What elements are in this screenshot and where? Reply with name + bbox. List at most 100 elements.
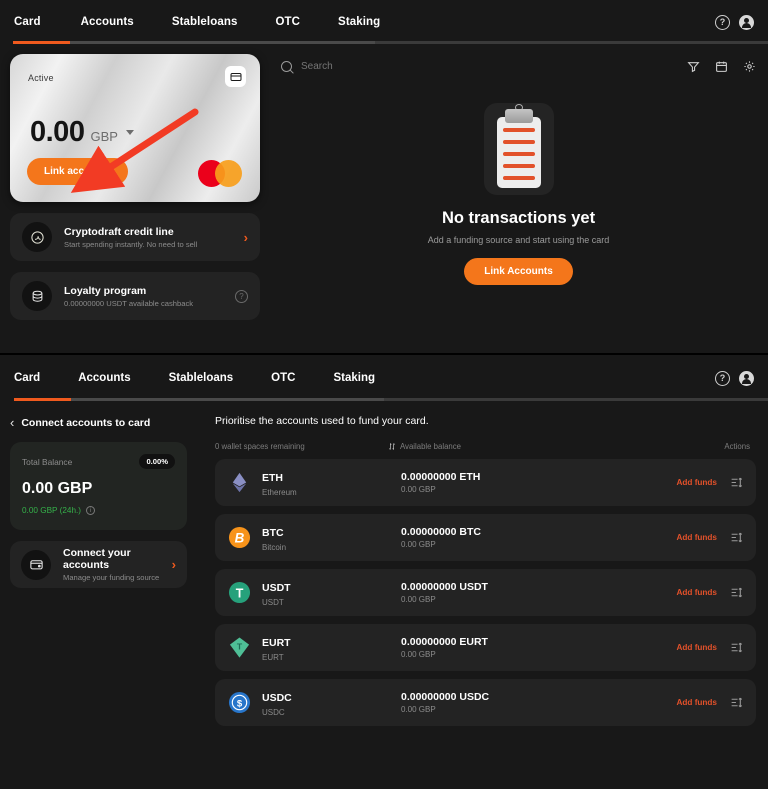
- reorder-icon[interactable]: [730, 586, 743, 599]
- tab-stableloans[interactable]: Stableloans: [172, 16, 238, 28]
- mastercard-yellow-circle: [215, 160, 242, 187]
- empty-subtext: Add a funding source and start using the…: [427, 235, 610, 245]
- card-icon[interactable]: [225, 66, 246, 87]
- table-row[interactable]: B BTC Bitcoin 0.00000000 BTC 0.00 GBP Ad…: [215, 514, 756, 561]
- asset-fiat: 0.00 GBP: [401, 705, 436, 714]
- asset-name: Ethereum: [262, 488, 297, 497]
- chevron-down-icon[interactable]: [125, 130, 134, 135]
- tab-otc[interactable]: OTC: [271, 372, 295, 384]
- transactions-panel: No transactions yet Add a funding source…: [260, 54, 756, 320]
- add-funds-button[interactable]: Add funds: [677, 478, 717, 487]
- status-badge: 0.00%: [139, 454, 175, 469]
- empty-transactions-state: No transactions yet Add a funding source…: [281, 78, 756, 285]
- search-input[interactable]: [301, 60, 501, 72]
- clipboard-line: [502, 140, 535, 144]
- column-available-balance[interactable]: Available balance: [388, 442, 724, 451]
- tab-card[interactable]: Card: [14, 16, 41, 28]
- user-avatar-icon[interactable]: [739, 14, 754, 30]
- tab-stableloans[interactable]: Stableloans: [169, 372, 234, 384]
- add-funds-button[interactable]: Add funds: [677, 643, 717, 652]
- add-funds-button[interactable]: Add funds: [677, 698, 717, 707]
- loyalty-subtitle: 0.00000000 USDT available cashback: [64, 298, 194, 308]
- header-actions: ?: [715, 370, 754, 386]
- eurt-icon: T: [228, 636, 251, 659]
- asset-fiat: 0.00 GBP: [401, 595, 436, 604]
- question-mark-icon[interactable]: ?: [715, 370, 730, 386]
- page-title: Connect accounts to card: [21, 416, 151, 429]
- asset-amount: 0.00000000 ETH: [401, 471, 481, 483]
- balance-change: 0.00 GBP (24h.): [22, 506, 82, 515]
- table-row[interactable]: ETH Ethereum 0.00000000 ETH 0.00 GBP Add…: [215, 459, 756, 506]
- filter-icon[interactable]: [687, 60, 700, 73]
- svg-text:$: $: [237, 698, 243, 709]
- card-status: Active: [28, 73, 54, 83]
- column-wallet-spaces: 0 wallet spaces remaining: [215, 442, 305, 451]
- table-row[interactable]: $ USDC USDC 0.00000000 USDC 0.00 GBP Add…: [215, 679, 756, 726]
- list-title: Prioritise the accounts used to fund you…: [215, 415, 429, 427]
- eth-icon: [228, 471, 251, 494]
- tab-underline: [0, 41, 768, 44]
- asset-names: BTC Bitcoin: [262, 523, 401, 552]
- usdt-icon: T: [228, 581, 251, 604]
- tab-underline: [0, 398, 768, 401]
- info-icon[interactable]: i: [86, 506, 96, 515]
- reorder-icon[interactable]: [730, 531, 743, 544]
- tab-otc[interactable]: OTC: [275, 16, 300, 28]
- card-balance-currency: GBP: [90, 129, 118, 144]
- add-funds-button[interactable]: Add funds: [677, 588, 717, 597]
- cryptodraft-title: Cryptodraft credit line: [64, 225, 174, 238]
- gear-icon[interactable]: [743, 60, 756, 73]
- total-balance-card: Total Balance 0.00% 0.00 GBP 0.00 GBP (2…: [10, 442, 187, 530]
- card-balance: 0.00 GBP: [30, 116, 134, 149]
- asset-symbol: USDC: [262, 692, 292, 704]
- asset-fiat: 0.00 GBP: [401, 540, 436, 549]
- user-avatar-icon[interactable]: [739, 370, 754, 386]
- sort-icon: [389, 443, 395, 450]
- add-funds-button[interactable]: Add funds: [677, 533, 717, 542]
- link-accounts-button[interactable]: Link accounts: [27, 158, 129, 185]
- asset-name: Bitcoin: [262, 543, 287, 552]
- table-row[interactable]: T EURT EURT 0.00000000 EURT 0.00 GBP Add…: [215, 624, 756, 671]
- top-navigation-tabs: Card Accounts Stableloans OTC Staking ?: [0, 0, 768, 44]
- table-row[interactable]: T USDT USDT 0.00000000 USDT 0.00 GBP Add…: [215, 569, 756, 616]
- loyalty-row[interactable]: Loyalty program 0.00000000 USDT availabl…: [10, 272, 260, 320]
- calendar-icon[interactable]: [715, 60, 728, 73]
- balance-label: Total Balance: [22, 456, 73, 467]
- asset-amount: 0.00000000 USDT: [401, 581, 488, 593]
- asset-name: EURT: [262, 653, 284, 662]
- tab-accounts[interactable]: Accounts: [78, 372, 130, 384]
- chevron-left-icon[interactable]: ‹: [10, 415, 14, 430]
- tab-card[interactable]: Card: [14, 372, 40, 384]
- asset-balance: 0.00000000 ETH 0.00 GBP: [401, 471, 677, 494]
- tab-staking[interactable]: Staking: [333, 372, 375, 384]
- connect-accounts-row[interactable]: Connect your accounts Manage your fundin…: [10, 541, 187, 588]
- reorder-icon[interactable]: [730, 476, 743, 489]
- clipboard-clamp: [504, 109, 533, 123]
- card-overview-body: Active 0.00 GBP Link accounts Cryptodraf…: [0, 44, 768, 320]
- question-mark-icon[interactable]: ?: [235, 289, 248, 303]
- question-mark-icon[interactable]: ?: [715, 14, 730, 30]
- asset-name: USDT: [262, 598, 284, 607]
- card-overview-screen: Card Accounts Stableloans OTC Staking ? …: [0, 0, 768, 355]
- asset-fiat: 0.00 GBP: [401, 650, 436, 659]
- breadcrumb[interactable]: ‹ Connect accounts to card: [10, 415, 187, 430]
- card-balance-amount: 0.00: [30, 116, 85, 148]
- chevron-right-icon[interactable]: ›: [244, 230, 248, 245]
- credit-card[interactable]: Active 0.00 GBP Link accounts: [10, 54, 260, 202]
- reorder-icon[interactable]: [730, 641, 743, 654]
- clipboard-line: [502, 152, 535, 156]
- cryptodraft-row[interactable]: Cryptodraft credit line Start spending i…: [10, 213, 260, 261]
- clipboard-line: [502, 164, 535, 168]
- reorder-icon[interactable]: [730, 696, 743, 709]
- asset-amount: 0.00000000 BTC: [401, 526, 481, 538]
- tab-accounts[interactable]: Accounts: [81, 16, 134, 28]
- tab-staking[interactable]: Staking: [338, 16, 380, 28]
- tab-underline-active: [14, 398, 71, 401]
- link-accounts-cta-button[interactable]: Link Accounts: [464, 258, 573, 285]
- loyalty-title: Loyalty program: [64, 284, 147, 297]
- asset-symbol: BTC: [262, 527, 284, 539]
- asset-symbol: ETH: [262, 472, 283, 484]
- clipboard-line: [502, 176, 535, 180]
- chevron-right-icon[interactable]: ›: [172, 557, 176, 572]
- balance-amount: 0.00 GBP: [22, 480, 93, 497]
